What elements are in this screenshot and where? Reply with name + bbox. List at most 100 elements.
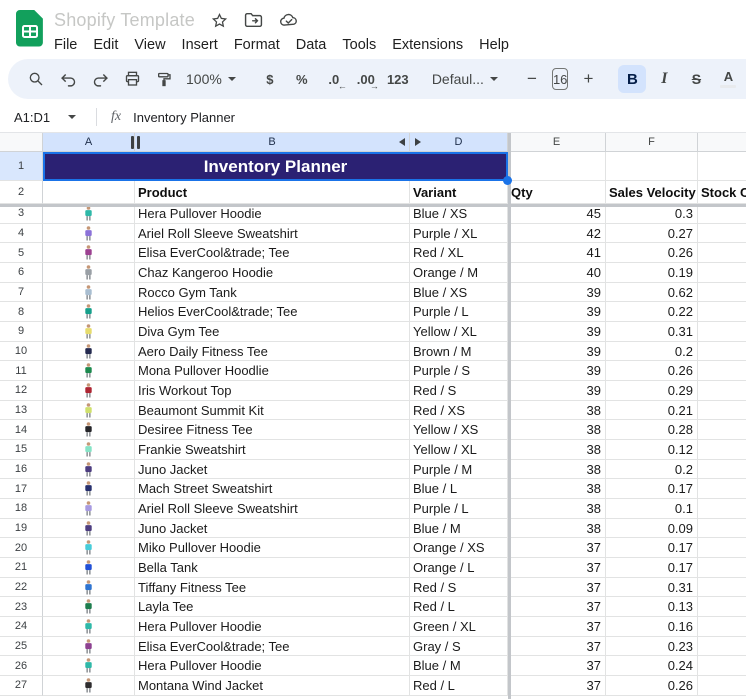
cell-g1[interactable] — [698, 152, 746, 181]
variant-cell[interactable]: Red / S — [410, 578, 508, 598]
qty-cell[interactable]: 39 — [508, 342, 606, 362]
menu-data[interactable]: Data — [288, 35, 335, 55]
menu-help[interactable]: Help — [471, 35, 517, 55]
variant-cell[interactable]: Gray / S — [410, 637, 508, 657]
product-name-cell[interactable]: Helios EverCool&trade; Tee — [135, 302, 410, 322]
product-image-cell[interactable] — [43, 420, 135, 440]
product-name-cell[interactable]: Desiree Fitness Tee — [135, 420, 410, 440]
stock-cover-cell[interactable] — [698, 499, 746, 519]
frozen-columns-divider[interactable] — [508, 133, 511, 699]
product-name-cell[interactable]: Diva Gym Tee — [135, 322, 410, 342]
product-image-cell[interactable] — [43, 263, 135, 283]
product-name-cell[interactable]: Tiffany Fitness Tee — [135, 578, 410, 598]
row-header-15[interactable]: 15 — [0, 440, 43, 460]
velocity-cell[interactable]: 0.23 — [606, 637, 698, 657]
variant-cell[interactable]: Orange / M — [410, 263, 508, 283]
qty-cell[interactable]: 41 — [508, 243, 606, 263]
variant-cell[interactable]: Yellow / XL — [410, 322, 508, 342]
variant-cell[interactable]: Blue / XS — [410, 283, 508, 303]
column-header-d[interactable]: D — [410, 133, 508, 152]
velocity-cell[interactable]: 0.28 — [606, 420, 698, 440]
product-image-cell[interactable] — [43, 283, 135, 303]
menu-edit[interactable]: Edit — [85, 35, 126, 55]
velocity-cell[interactable]: 0.26 — [606, 676, 698, 696]
product-image-cell[interactable] — [43, 381, 135, 401]
variant-cell[interactable]: Red / L — [410, 676, 508, 696]
product-image-cell[interactable] — [43, 597, 135, 617]
header-variant[interactable]: Variant — [410, 181, 508, 204]
qty-cell[interactable]: 40 — [508, 263, 606, 283]
velocity-cell[interactable]: 0.13 — [606, 597, 698, 617]
stock-cover-cell[interactable] — [698, 637, 746, 657]
row-header-1[interactable]: 1 — [0, 152, 43, 181]
qty-cell[interactable]: 37 — [508, 676, 606, 696]
velocity-cell[interactable]: 0.2 — [606, 342, 698, 362]
stock-cover-cell[interactable] — [698, 479, 746, 499]
document-title[interactable]: Shopify Template — [54, 10, 195, 31]
row-header-10[interactable]: 10 — [0, 342, 43, 362]
product-image-cell[interactable] — [43, 361, 135, 381]
row-header-8[interactable]: 8 — [0, 302, 43, 322]
variant-cell[interactable]: Green / XL — [410, 617, 508, 637]
stock-cover-cell[interactable] — [698, 263, 746, 283]
product-name-cell[interactable]: Aero Daily Fitness Tee — [135, 342, 410, 362]
stock-cover-cell[interactable] — [698, 617, 746, 637]
variant-cell[interactable]: Brown / M — [410, 342, 508, 362]
product-image-cell[interactable] — [43, 538, 135, 558]
product-name-cell[interactable]: Chaz Kangeroo Hoodie — [135, 263, 410, 283]
stock-cover-cell[interactable] — [698, 361, 746, 381]
header-product[interactable]: Product — [135, 181, 410, 204]
stock-cover-cell[interactable] — [698, 302, 746, 322]
product-name-cell[interactable]: Frankie Sweatshirt — [135, 440, 410, 460]
velocity-cell[interactable]: 0.24 — [606, 656, 698, 676]
qty-cell[interactable]: 37 — [508, 558, 606, 578]
cell-f1[interactable] — [606, 152, 698, 181]
product-image-cell[interactable] — [43, 617, 135, 637]
undo-icon[interactable] — [54, 65, 82, 93]
variant-cell[interactable]: Yellow / XS — [410, 420, 508, 440]
product-image-cell[interactable] — [43, 578, 135, 598]
stock-cover-cell[interactable] — [698, 322, 746, 342]
row-header-27[interactable]: 27 — [0, 676, 43, 696]
stock-cover-cell[interactable] — [698, 283, 746, 303]
variant-cell[interactable]: Red / XL — [410, 243, 508, 263]
product-image-cell[interactable] — [43, 302, 135, 322]
decrease-decimal-button[interactable]: .0 ← — [320, 65, 348, 93]
qty-cell[interactable]: 38 — [508, 479, 606, 499]
stock-cover-cell[interactable] — [698, 224, 746, 244]
cloud-saved-icon[interactable] — [279, 13, 299, 28]
product-name-cell[interactable]: Hera Pullover Hoodie — [135, 656, 410, 676]
cell-e1[interactable] — [508, 152, 606, 181]
decrease-font-size-button[interactable]: − — [518, 65, 546, 93]
product-image-cell[interactable] — [43, 440, 135, 460]
qty-cell[interactable]: 42 — [508, 224, 606, 244]
stock-cover-cell[interactable] — [698, 578, 746, 598]
velocity-cell[interactable]: 0.17 — [606, 558, 698, 578]
cell-a2[interactable] — [43, 181, 135, 204]
product-name-cell[interactable]: Elisa EverCool&trade; Tee — [135, 243, 410, 263]
name-box[interactable]: A1:D1 — [0, 110, 96, 125]
variant-cell[interactable]: Yellow / XL — [410, 440, 508, 460]
product-image-cell[interactable] — [43, 656, 135, 676]
variant-cell[interactable]: Blue / M — [410, 656, 508, 676]
product-name-cell[interactable]: Bella Tank — [135, 558, 410, 578]
hidden-column-handle-icon[interactable] — [131, 136, 140, 149]
product-name-cell[interactable]: Juno Jacket — [135, 460, 410, 480]
variant-cell[interactable]: Purple / XL — [410, 224, 508, 244]
stock-cover-cell[interactable] — [698, 676, 746, 696]
increase-font-size-button[interactable]: + — [574, 65, 602, 93]
menu-file[interactable]: File — [46, 35, 85, 55]
velocity-cell[interactable]: 0.21 — [606, 401, 698, 421]
qty-cell[interactable]: 38 — [508, 420, 606, 440]
variant-cell[interactable]: Orange / L — [410, 558, 508, 578]
stock-cover-cell[interactable] — [698, 342, 746, 362]
font-family-selector[interactable]: Defaul... — [426, 65, 504, 93]
qty-cell[interactable]: 37 — [508, 656, 606, 676]
menu-insert[interactable]: Insert — [174, 35, 226, 55]
variant-cell[interactable]: Purple / M — [410, 460, 508, 480]
variant-cell[interactable]: Purple / L — [410, 499, 508, 519]
print-icon[interactable] — [118, 65, 146, 93]
row-header-25[interactable]: 25 — [0, 637, 43, 657]
menu-format[interactable]: Format — [226, 35, 288, 55]
product-name-cell[interactable]: Rocco Gym Tank — [135, 283, 410, 303]
